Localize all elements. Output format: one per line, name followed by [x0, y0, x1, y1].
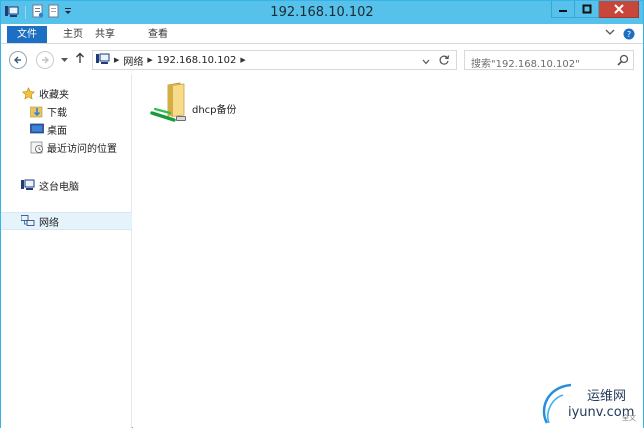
desktop-icon [30, 122, 44, 136]
search-placeholder: 搜索"192.168.10.102" [471, 59, 580, 70]
sidebar-item-network[interactable]: 网络 [1, 212, 132, 230]
breadcrumb-network[interactable]: 网络 [123, 53, 143, 68]
search-icon[interactable] [617, 54, 629, 69]
close-button[interactable] [599, 1, 639, 18]
list-item[interactable]: dhcp备份 [148, 80, 268, 126]
sidebar-item-recent[interactable]: 最近访问的位置 [1, 138, 132, 156]
watermark-text: 运维网 [587, 389, 627, 404]
sidebar-item-this-pc[interactable]: 这台电脑 [1, 176, 132, 194]
watermark-caption: 全文 [622, 414, 636, 422]
explorer-window: 192.168.10.102 文件 主页 共享 查看 ? ▶ 网络 ▶ 192.… [0, 0, 644, 428]
breadcrumb-host[interactable]: 192.168.10.102 [157, 55, 237, 66]
star-icon [21, 86, 35, 100]
title-bar[interactable]: 192.168.10.102 [1, 1, 643, 24]
item-name: dhcp备份 [192, 105, 237, 116]
network-icon [21, 214, 35, 228]
svg-text:?: ? [627, 30, 631, 39]
sidebar-item-downloads[interactable]: 下载 [1, 102, 132, 120]
sidebar-item-label: 最近访问的位置 [47, 143, 117, 155]
search-input[interactable]: 搜索"192.168.10.102" [464, 50, 634, 70]
tab-file[interactable]: 文件 [7, 26, 47, 43]
sidebar-item-favorites[interactable]: 收藏夹 [1, 84, 132, 102]
network-share-folder-icon [150, 82, 188, 127]
sidebar-item-desktop[interactable]: 桌面 [1, 120, 132, 138]
breadcrumb-arrow-icon[interactable]: ▶ [114, 56, 119, 64]
back-button[interactable] [9, 51, 27, 69]
recent-places-icon [30, 140, 44, 154]
window-title: 192.168.10.102 [270, 5, 374, 20]
breadcrumb-arrow-icon[interactable]: ▶ [240, 56, 245, 64]
network-location-icon [96, 53, 110, 68]
ribbon-tabs: 文件 主页 共享 查看 ? [1, 24, 643, 44]
address-bar[interactable]: ▶ 网络 ▶ 192.168.10.102 ▶ [92, 50, 457, 70]
refresh-icon[interactable] [438, 54, 450, 69]
forward-button[interactable] [36, 51, 54, 69]
address-history-dropdown-icon[interactable] [422, 57, 430, 68]
help-icon[interactable]: ? [623, 28, 635, 43]
minimize-button[interactable] [551, 1, 575, 18]
recent-locations-icon[interactable] [61, 55, 68, 66]
sidebar-item-label: 网络 [39, 217, 59, 229]
tab-share[interactable]: 共享 [89, 26, 121, 43]
maximize-button[interactable] [575, 1, 599, 18]
breadcrumb-arrow-icon[interactable]: ▶ [147, 56, 152, 64]
downloads-folder-icon [30, 104, 44, 118]
tab-home[interactable]: 主页 [57, 26, 89, 43]
expand-ribbon-icon[interactable] [605, 28, 615, 39]
computer-icon [21, 178, 35, 192]
up-button[interactable] [75, 52, 85, 67]
sidebar-item-label: 桌面 [47, 125, 67, 137]
navigation-pane: 收藏夹 下载 桌面 最近访问的位置 这台电脑 网络 [1, 74, 132, 428]
sidebar-item-label: 下载 [47, 107, 67, 119]
tab-view[interactable]: 查看 [142, 26, 174, 43]
sidebar-item-label: 收藏夹 [39, 89, 69, 101]
window-controls [551, 1, 639, 18]
sidebar-item-label: 这台电脑 [39, 181, 79, 193]
address-row: ▶ 网络 ▶ 192.168.10.102 ▶ 搜索"192.168.10.10… [1, 46, 643, 74]
file-list: dhcp备份 [133, 74, 643, 428]
